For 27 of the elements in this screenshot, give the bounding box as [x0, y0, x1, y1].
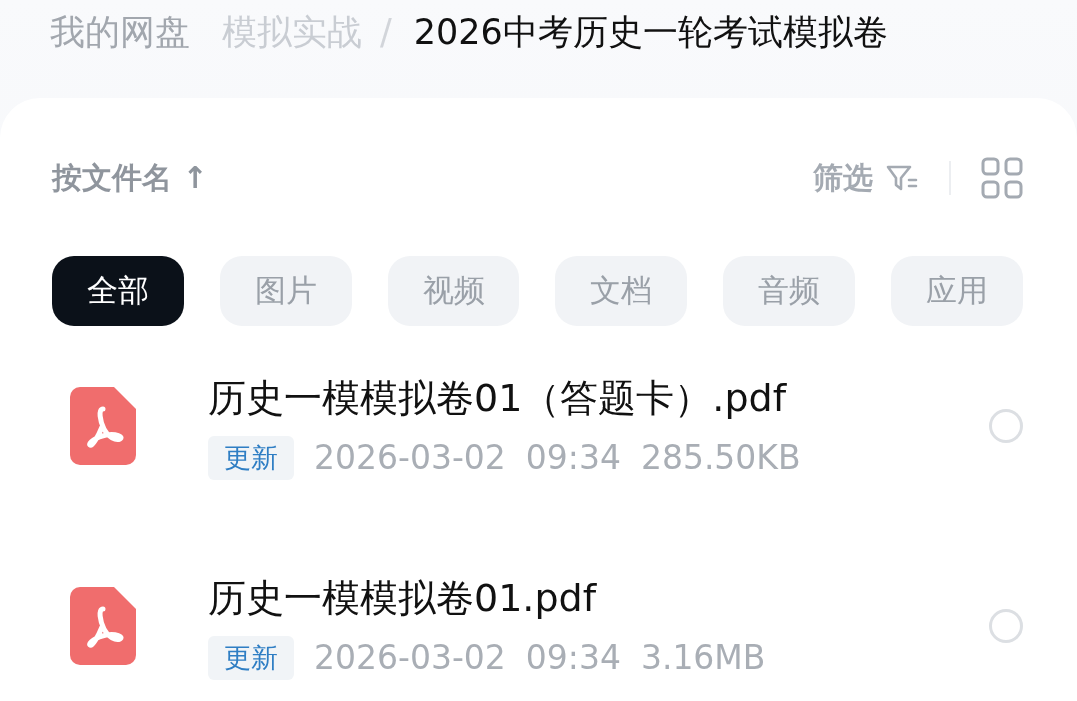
category-tab[interactable]: 视频	[387, 256, 520, 326]
category-tab[interactable]: 图片	[219, 256, 352, 326]
file-size: 3.16MB	[640, 638, 766, 677]
select-checkbox[interactable]	[989, 609, 1023, 643]
breadcrumb-current: 2026中考历史一轮考试模拟卷	[413, 10, 888, 54]
pdf-file-icon	[70, 387, 136, 465]
grid-view-icon[interactable]	[981, 157, 1023, 199]
update-badge: 更新	[208, 435, 294, 480]
pdf-file-icon	[70, 587, 136, 665]
update-badge: 更新	[208, 635, 294, 680]
category-tab[interactable]: 全部	[52, 256, 184, 326]
file-time: 09:34	[525, 438, 621, 477]
breadcrumb-separator: /	[380, 12, 392, 52]
file-size: 285.50KB	[640, 438, 801, 477]
file-date: 2026-03-02	[314, 438, 506, 477]
category-tab[interactable]: 音频	[723, 256, 856, 326]
filter-icon	[885, 163, 919, 193]
select-checkbox[interactable]	[989, 409, 1023, 443]
filter-button[interactable]: 筛选	[813, 157, 919, 199]
breadcrumb-link[interactable]: 我的网盘	[50, 8, 190, 56]
file-name[interactable]: 历史一模模拟卷01.pdf	[208, 572, 989, 624]
category-tab[interactable]: 文档	[555, 256, 688, 326]
category-tab[interactable]: 应用	[891, 256, 1023, 326]
file-date: 2026-03-02	[314, 638, 506, 677]
sort-button[interactable]: 按文件名 ↑	[52, 157, 208, 199]
file-name[interactable]: 历史一模模拟卷01（答题卡）.pdf	[208, 372, 989, 424]
file-time: 09:34	[525, 638, 621, 677]
